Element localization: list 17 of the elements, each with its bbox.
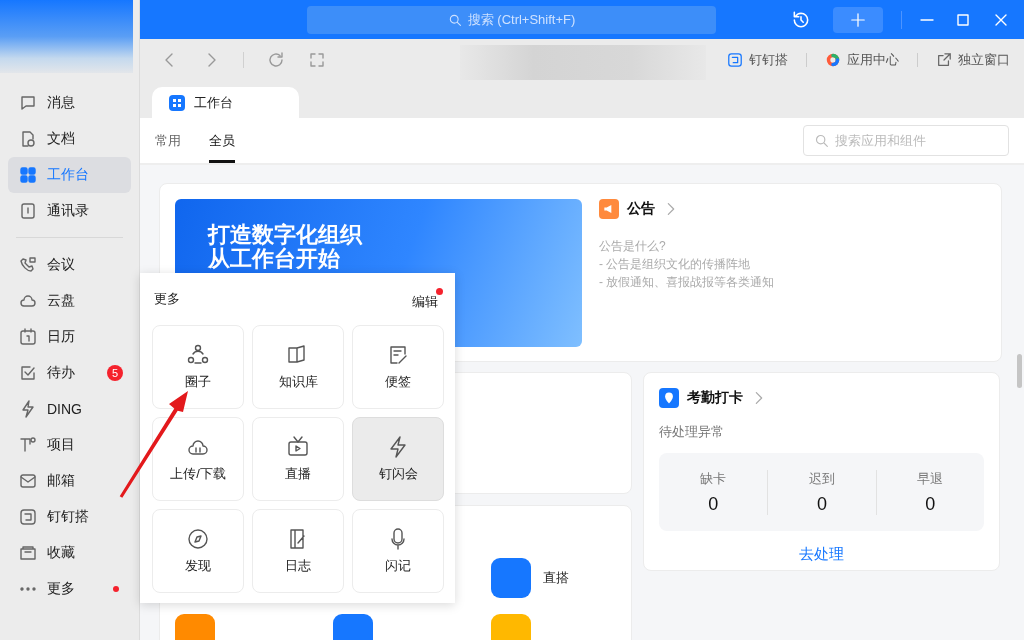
stat-value: 0	[817, 493, 827, 515]
search-placeholder: 搜索 (Ctrl+Shift+F)	[467, 10, 576, 29]
app-label: 直搭	[543, 569, 569, 587]
stat-value: 0	[925, 493, 936, 515]
card-subtitle: 待处理异常	[659, 423, 725, 441]
stat-label: 早退	[917, 469, 944, 488]
stat-value: 0	[708, 493, 719, 515]
notice-text: 公告是什么?	[599, 239, 667, 253]
count-badge: 5	[107, 365, 123, 381]
banner-headline: 从工作台开始	[208, 247, 341, 271]
stat-label: 迟到	[809, 469, 835, 488]
banner-headline: 打造数字化组织	[208, 223, 364, 247]
notice-text: - 公告是组织文化的传播阵地	[599, 257, 752, 271]
notice-text: - 放假通知、喜报战报等各类通知	[599, 275, 775, 289]
stat-label: 缺卡	[700, 469, 727, 488]
popup-title: 更多	[154, 290, 180, 308]
search-placeholder: 搜索应用和组件	[835, 131, 926, 150]
